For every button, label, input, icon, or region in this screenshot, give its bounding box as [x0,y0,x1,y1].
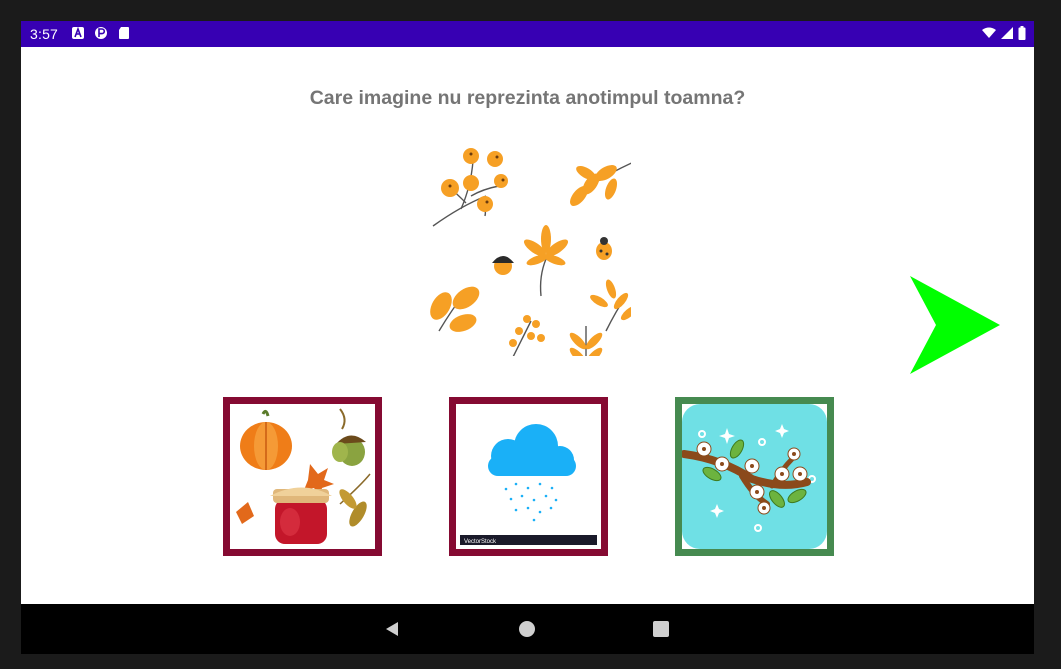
battery-icon [1018,26,1026,40]
watermark-text: VectorStock [464,539,497,545]
a-icon [72,26,84,39]
device-screen: 3:57 Care imagine nu reprezinta anotimpu… [21,21,1034,654]
autumn-leaves-illustration [430,148,631,356]
question-text: Care imagine nu reprezinta anotimpul toa… [309,87,746,109]
wifi-icon [982,27,996,38]
play-arrow-icon [910,276,1000,374]
next-button[interactable] [908,276,1001,374]
recents-icon[interactable] [651,619,671,639]
signal-icon [1001,27,1013,39]
answer-option-2[interactable]: VectorStock [449,397,608,556]
back-icon[interactable] [382,619,402,639]
answer-option-1[interactable] [223,397,382,556]
status-bar: 3:57 [21,21,1034,47]
rain-cloud-image: VectorStock [456,404,601,549]
pumpkin-jam-acorns-image [230,404,375,549]
sd-card-icon [119,27,129,39]
answer-option-3[interactable] [675,397,834,556]
navigation-bar [21,604,1034,654]
blossoming-branch-image [682,404,827,549]
p-icon [95,27,107,39]
status-time: 3:57 [30,26,59,42]
home-icon[interactable] [517,619,537,639]
